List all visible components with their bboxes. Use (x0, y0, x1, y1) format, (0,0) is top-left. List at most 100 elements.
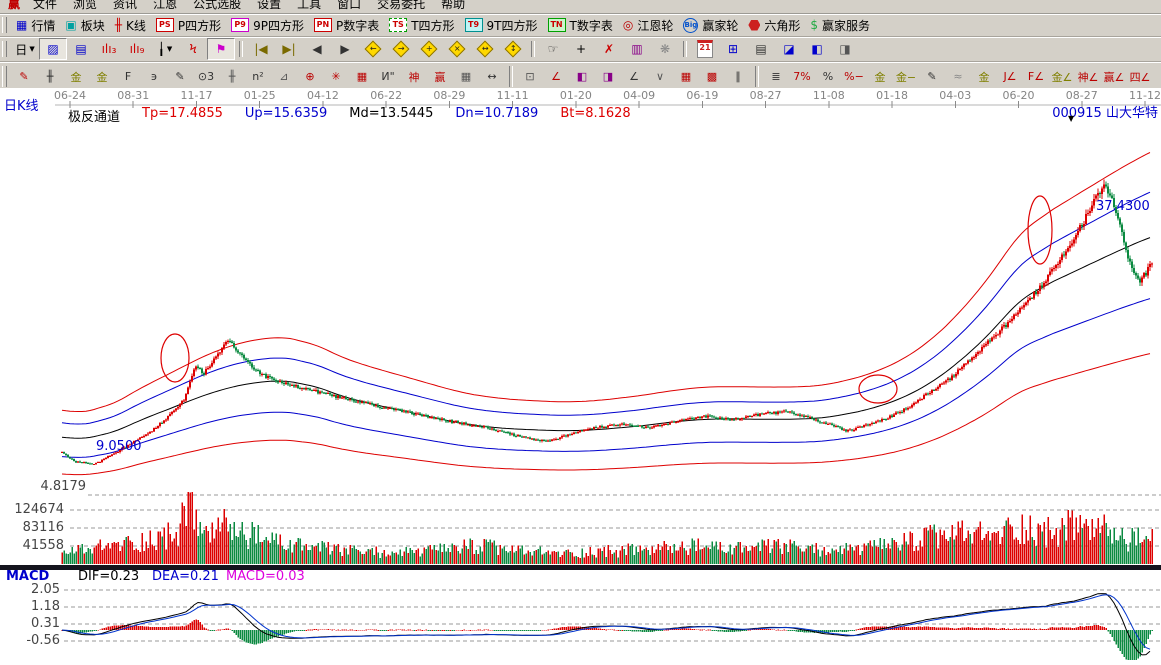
gann-fan-web-tool[interactable]: ✳ (323, 66, 349, 88)
notes-button[interactable]: ▤ (747, 38, 775, 60)
angle-line-tool[interactable]: ∠ (621, 66, 647, 88)
expand-v-diamond[interactable]: ↕ (499, 38, 527, 60)
expand-h-diamond[interactable]: ↔ (471, 38, 499, 60)
time-grid-ruler[interactable]: ╫ (37, 66, 63, 88)
flag-marker-toggle[interactable]: ⚑ (207, 38, 235, 60)
system-button[interactable]: ◨ (831, 38, 859, 60)
dark-pen-tool[interactable]: ✎ (167, 66, 193, 88)
p-square-button-icon: PS (156, 18, 174, 32)
menu-item-文件[interactable]: 文件 (25, 0, 65, 13)
percent-tool[interactable]: % (815, 66, 841, 88)
zigzag-button[interactable]: Ϟ (179, 38, 207, 60)
calculator-button[interactable]: ⊞ (719, 38, 747, 60)
calendar-button[interactable]: 21 (691, 38, 719, 60)
kline-button[interactable]: ╫K线 (110, 16, 151, 35)
ying-angle-tool[interactable]: 赢∠ (1101, 66, 1127, 88)
n2-ruler[interactable]: n² (245, 66, 271, 88)
menu-item-公式选股[interactable]: 公式选股 (185, 0, 249, 13)
p-digit-button[interactable]: PNP数字表 (309, 16, 384, 35)
delete-tool-button[interactable]: ✗ (595, 38, 623, 60)
send-chart-button[interactable]: ◧ (803, 38, 831, 60)
hexagon-button[interactable]: 六角形 (743, 16, 805, 35)
note-pen-tool[interactable]: ✎ (919, 66, 945, 88)
shen-angle-tool[interactable]: 神∠ (1075, 66, 1101, 88)
gold-grid-ruler[interactable]: 金 (63, 66, 89, 88)
percent-7-tool[interactable]: 7% (789, 66, 815, 88)
gann-fan-box-2-tool[interactable]: ◨ (595, 66, 621, 88)
menu-item-资讯[interactable]: 资讯 (105, 0, 145, 13)
box-select-tool[interactable]: ⊡ (517, 66, 543, 88)
wave-tool[interactable]: ≈ (945, 66, 971, 88)
sectors-button[interactable]: ▣板块 (60, 16, 109, 35)
gann-shape-tool-button[interactable]: ▥ (623, 38, 651, 60)
gold-angle-tool[interactable]: 金∠ (1049, 66, 1075, 88)
last-page-button[interactable]: ▶| (275, 38, 303, 60)
winner-wheel-button-icon: Big (683, 18, 698, 33)
shen-grid-ruler[interactable]: 神 (401, 66, 427, 88)
gann-wheel-button[interactable]: ◎江恩轮 (618, 16, 679, 35)
menu-item-帮助[interactable]: 帮助 (433, 0, 473, 13)
gold-circle-tool[interactable]: 金 (867, 66, 893, 88)
triangle-ruler[interactable]: ⊿ (271, 66, 297, 88)
width-measure-tool[interactable]: ↔ (479, 66, 505, 88)
grid-box-2-tool[interactable]: ▦ (453, 66, 479, 88)
swing-grid-ruler[interactable]: ϶ (141, 66, 167, 88)
gold-grid-ruler-2[interactable]: 金 (89, 66, 115, 88)
gann-pen-tool[interactable]: ✎ (11, 66, 37, 88)
gold-line-2-tool[interactable]: 金 (971, 66, 997, 88)
v-line-tool[interactable]: ∨ (647, 66, 673, 88)
gann-grid-box-tool[interactable]: ▦ (349, 66, 375, 88)
t-square-button[interactable]: TST四方形 (384, 16, 459, 35)
four-angle-tool[interactable]: 四∠ (1127, 66, 1153, 88)
circle-3-tool[interactable]: ⊙3 (193, 66, 219, 88)
t-digit-button[interactable]: TNT数字表 (543, 16, 618, 35)
hand-tool-button[interactable]: ☞ (539, 38, 567, 60)
gold-line-tool[interactable]: 金− (893, 66, 919, 88)
menu-logo[interactable]: 赢 (3, 0, 25, 13)
red-grid-box-tool[interactable]: ▩ (699, 66, 725, 88)
p9-square-button[interactable]: P99P四方形 (226, 16, 309, 35)
p-square-button[interactable]: PSP四方形 (151, 16, 226, 35)
f-angle-tool[interactable]: F∠ (1023, 66, 1049, 88)
next-bar-button[interactable]: ▶ (331, 38, 359, 60)
bars-3-button[interactable]: ılı₃ (95, 38, 123, 60)
zoom-out-diamond[interactable]: × (443, 38, 471, 60)
f-grid-ruler[interactable]: F (115, 66, 141, 88)
save-button[interactable]: ◪ (775, 38, 803, 60)
plain-grid-ruler[interactable]: ╫ (219, 66, 245, 88)
j-angle-tool[interactable]: J∠ (997, 66, 1023, 88)
prev-bar-button[interactable]: ◀ (303, 38, 331, 60)
percent-line-tool[interactable]: %− (841, 66, 867, 88)
period-day-button[interactable]: 日▼ (11, 38, 39, 60)
service-button[interactable]: $赢家服务 (805, 16, 875, 35)
candle-style-dropdown[interactable]: ╽▼ (151, 38, 179, 60)
menu-item-交易委托[interactable]: 交易委托 (369, 0, 433, 13)
menu-item-浏览[interactable]: 浏览 (65, 0, 105, 13)
gann-fan-tool[interactable]: ∠ (543, 66, 569, 88)
gann-fan-box-tool[interactable]: ◧ (569, 66, 595, 88)
zoom-in-diamond[interactable]: + (415, 38, 443, 60)
analysis-tool-button[interactable]: ❋ (651, 38, 679, 60)
pan-right-diamond[interactable]: → (387, 38, 415, 60)
level-lines-tool[interactable]: ≣ (763, 66, 789, 88)
menu-item-设置[interactable]: 设置 (249, 0, 289, 13)
info-panel-button[interactable]: ▤ (67, 38, 95, 60)
trend-pane-toggle[interactable]: ▨ (39, 38, 67, 60)
pan-left-diamond[interactable]: ← (359, 38, 387, 60)
red-grid-tool[interactable]: ▦ (673, 66, 699, 88)
first-page-button[interactable]: |◀ (247, 38, 275, 60)
winner-wheel-button[interactable]: Big赢家轮 (678, 16, 743, 35)
menu-item-江恩[interactable]: 江恩 (145, 0, 185, 13)
quote-mark-tool[interactable]: И" (375, 66, 401, 88)
circle-cross-tool[interactable]: ⊕ (297, 66, 323, 88)
bars-9-button[interactable]: ılı₉ (123, 38, 151, 60)
t9-square-button[interactable]: T99T四方形 (460, 16, 543, 35)
crosshair-tool-button[interactable]: + (567, 38, 595, 60)
menu-item-窗口[interactable]: 窗口 (329, 0, 369, 13)
quotes-button[interactable]: ▦行情 (11, 16, 60, 35)
menu-item-工具[interactable]: 工具 (289, 0, 329, 13)
hexagon-button-label: 六角形 (764, 17, 800, 34)
t-digit-button-label: T数字表 (570, 17, 613, 34)
parallel-lines-tool[interactable]: ∥ (725, 66, 751, 88)
ying-grid-ruler[interactable]: 赢 (427, 66, 453, 88)
